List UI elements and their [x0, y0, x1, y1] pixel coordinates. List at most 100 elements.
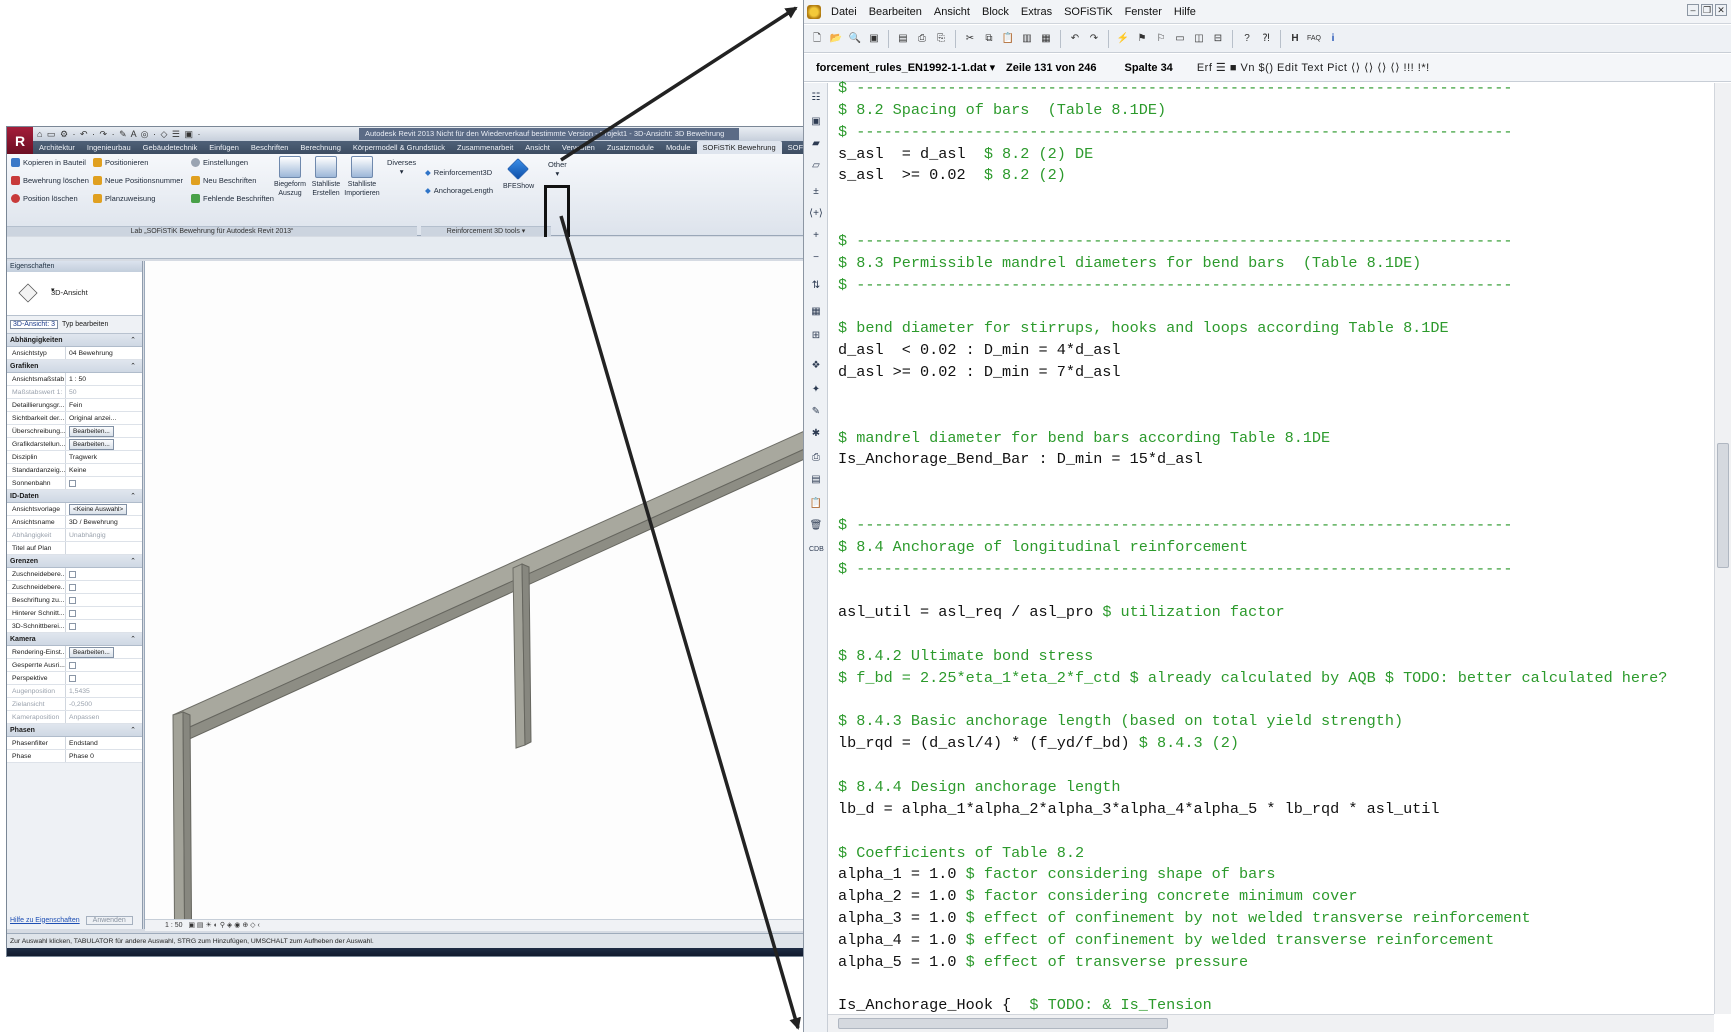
property-value[interactable] [66, 568, 142, 580]
open-file-icon[interactable]: 📂 [829, 32, 843, 46]
code-text-area[interactable]: $ --------------------------------------… [838, 78, 1713, 1014]
print-side-icon[interactable]: ⎙ [809, 451, 823, 465]
bending-shape-extract-button[interactable]: Biegeform Auszug [272, 156, 308, 198]
graph-icon[interactable]: ⊞ [809, 329, 823, 343]
3d-viewport[interactable] [144, 261, 803, 956]
bird-icon[interactable]: ✦ [809, 383, 823, 397]
sheet-assignment-button[interactable]: Planzuweisung [93, 194, 155, 203]
property-value[interactable] [66, 672, 142, 684]
property-edit-button[interactable]: Bearbeiten... [69, 426, 114, 437]
property-group-header[interactable]: Phasen [7, 724, 142, 737]
create-steel-list-button[interactable]: Stahlliste Erstellen [308, 156, 344, 198]
block-icon[interactable]: ▥ [1020, 32, 1034, 46]
property-checkbox[interactable] [69, 596, 76, 604]
property-group-header[interactable]: ID-Daten [7, 490, 142, 503]
save-icon[interactable]: ▣ [867, 32, 881, 46]
bug-icon[interactable]: ✱ [809, 427, 823, 441]
teddy-app-icon[interactable] [807, 4, 821, 19]
ribbon-tab[interactable]: Module [660, 141, 697, 154]
ribbon-tab[interactable]: Ingenieurbau [81, 141, 137, 154]
property-value[interactable] [66, 659, 142, 671]
property-value[interactable]: Bearbeiten... [66, 646, 142, 658]
property-value[interactable]: 50 [66, 386, 142, 398]
restore-icon[interactable]: ❐ [1701, 4, 1713, 16]
property-value[interactable] [66, 581, 142, 593]
find-icon[interactable]: 🔍 [848, 32, 862, 46]
run-icon[interactable]: ⚡ [1116, 32, 1130, 46]
property-checkbox[interactable] [69, 583, 76, 591]
plus-icon[interactable]: + [809, 229, 823, 243]
clipboard-icon[interactable]: 📋 [809, 497, 823, 511]
insert-tools[interactable]: Erf ☰ ■ Vn $() Edit Text Pict ⟨⟩ ⟨⟩ ⟨⟩ ⟨… [1197, 61, 1430, 74]
new-file-icon[interactable]: 🗋 [810, 32, 824, 46]
run-all-icon[interactable]: ⚑ [1135, 32, 1149, 46]
properties-help-link[interactable]: Hilfe zu Eigenschaften [10, 917, 80, 924]
property-checkbox[interactable] [69, 622, 76, 630]
property-value[interactable]: 1,5435 [66, 685, 142, 697]
property-value[interactable]: Anpassen [66, 711, 142, 723]
ribbon-tab[interactable]: SOFiSTiK Bewehrung [696, 141, 782, 154]
ribbon-tab[interactable]: SOFiSTiK [782, 141, 803, 154]
positioning-button[interactable]: Positionieren [93, 158, 148, 167]
property-checkbox[interactable] [69, 661, 76, 669]
property-group-header[interactable]: Grafiken [7, 360, 142, 373]
property-value[interactable]: <Keine Auswahl> [66, 503, 142, 515]
property-group-header[interactable]: Kamera [7, 633, 142, 646]
help-icon[interactable]: ? [1240, 32, 1254, 46]
minimize-icon[interactable]: – [1687, 4, 1699, 16]
cdb-icon[interactable]: CDB [809, 543, 824, 557]
menu-item[interactable]: Block [978, 6, 1017, 18]
delete-rebar-button[interactable]: Bewehrung löschen [11, 176, 89, 185]
block-menu-icon[interactable]: ▦ [1039, 32, 1053, 46]
annotate-missing-button[interactable]: Fehlende Beschriften [191, 194, 274, 203]
save-all-icon[interactable]: ▤ [896, 32, 910, 46]
expand-icon[interactable]: ⟨+⟩ [809, 207, 823, 221]
context-help-icon[interactable]: ⁈ [1259, 32, 1273, 46]
property-value[interactable]: Fein [66, 399, 142, 411]
outline-icon[interactable]: ☷ [809, 91, 823, 105]
menu-item[interactable]: SOFiSTiK [1060, 6, 1121, 18]
quick-access-toolbar[interactable]: ⌂ ▭ ⚙ · ↶ · ↷ · ✎ A ◎ · ◇ ☰ ▣ · [37, 129, 201, 140]
property-group-header[interactable]: Abhängigkeiten [7, 334, 142, 347]
view-scale-label[interactable]: 1 : 50 [165, 922, 183, 929]
horizontal-scrollbar[interactable] [828, 1014, 1714, 1032]
menu-item[interactable]: Ansicht [930, 6, 978, 18]
run-selected-icon[interactable]: ⚐ [1154, 32, 1168, 46]
delete-position-button[interactable]: Position löschen [11, 194, 78, 203]
property-value[interactable]: 04 Bewehrung [66, 347, 142, 359]
property-value[interactable]: 3D / Bewehrung [66, 516, 142, 528]
type-selector[interactable]: 3D-Ansicht ▾ [7, 272, 142, 316]
new-annotate-button[interactable]: Neu Beschriften [191, 176, 256, 185]
property-checkbox[interactable] [69, 674, 76, 682]
brush-icon[interactable]: ✎ [809, 405, 823, 419]
copy-to-element-button[interactable]: Kopieren in Bauteil [11, 158, 86, 167]
vertical-scrollbar[interactable] [1714, 83, 1731, 1014]
cut-icon[interactable]: ✂ [963, 32, 977, 46]
property-value[interactable]: Unabhängig [66, 529, 142, 541]
menu-item[interactable]: Extras [1017, 6, 1060, 18]
print-icon[interactable]: ⎙ [915, 32, 929, 46]
vertical-scroll-thumb[interactable] [1717, 443, 1729, 568]
ribbon-tab[interactable]: Architektur [33, 141, 81, 154]
property-value[interactable]: Keine [66, 464, 142, 476]
property-value[interactable]: Bearbeiten... [66, 425, 142, 437]
ribbon-tab[interactable]: Ansicht [519, 141, 556, 154]
property-edit-button[interactable]: Bearbeiten... [69, 647, 114, 658]
property-value[interactable]: Original anzei... [66, 412, 142, 424]
ribbon-tab[interactable]: Körpermodell & Grundstück [347, 141, 451, 154]
ribbon-tab[interactable]: Gebäudetechnik [137, 141, 204, 154]
grid-icon[interactable]: ▦ [809, 305, 823, 319]
anchorage-length-button[interactable]: ◆ AnchorageLength [425, 186, 493, 195]
h-icon[interactable]: H [1288, 32, 1302, 46]
property-value[interactable] [66, 477, 142, 489]
property-value[interactable] [66, 620, 142, 632]
horizontal-scroll-thumb[interactable] [838, 1018, 1168, 1029]
print-preview-icon[interactable]: ⎘ [934, 32, 948, 46]
apply-button[interactable]: Anwenden [85, 915, 133, 925]
property-value[interactable] [66, 607, 142, 619]
property-group-header[interactable]: Grenzen [7, 555, 142, 568]
settings-button[interactable]: Einstellungen [191, 158, 248, 167]
sort-icon[interactable]: ⇅ [809, 279, 823, 293]
module-icon[interactable]: ▣ [809, 115, 823, 129]
close-icon[interactable]: ✕ [1715, 4, 1727, 16]
